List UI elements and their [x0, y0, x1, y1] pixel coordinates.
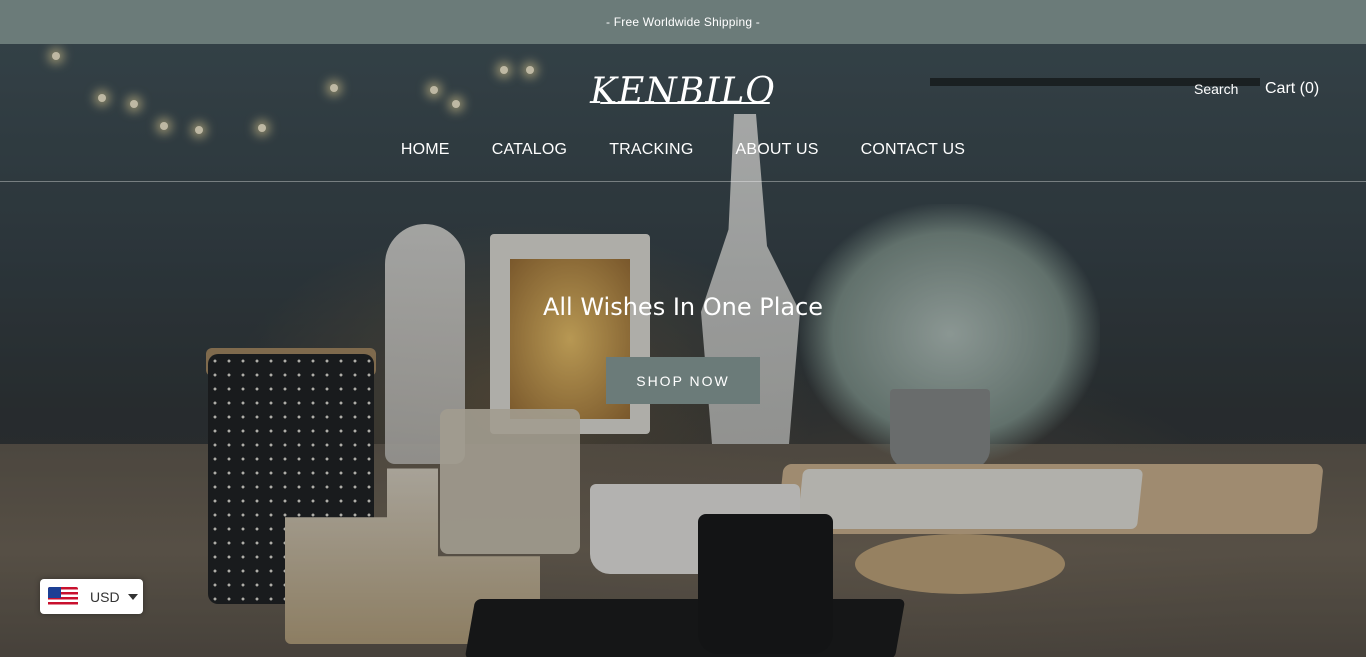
search-link[interactable]: Search — [1194, 81, 1238, 97]
nav-item-home[interactable]: HOME — [380, 141, 471, 159]
nav-item-tracking[interactable]: TRACKING — [588, 141, 714, 159]
caret-down-icon — [127, 593, 138, 600]
currency-code: USD — [90, 588, 120, 605]
main-nav: HOME CATALOG TRACKING ABOUT US CONTACT U… — [0, 141, 1366, 159]
nav-item-contact-us[interactable]: CONTACT US — [840, 141, 987, 159]
currency-selector[interactable]: USD — [40, 579, 143, 614]
us-flag-icon — [48, 586, 78, 607]
cart-link[interactable]: Cart (0) — [1265, 80, 1319, 98]
nav-item-about-us[interactable]: ABOUT US — [714, 141, 839, 159]
nav-item-catalog[interactable]: CATALOG — [471, 141, 589, 159]
shop-now-button[interactable]: SHOP NOW — [606, 357, 760, 404]
announcement-bar: - Free Worldwide Shipping - — [0, 0, 1366, 44]
hero-title: All Wishes In One Place — [542, 293, 824, 321]
announcement-text: - Free Worldwide Shipping - — [606, 15, 760, 29]
logo-swash — [600, 102, 770, 104]
site-logo[interactable]: KENBILO — [583, 66, 783, 116]
site-header: KENBILO Search Cart (0) HOME CATALOG TRA… — [0, 44, 1366, 182]
